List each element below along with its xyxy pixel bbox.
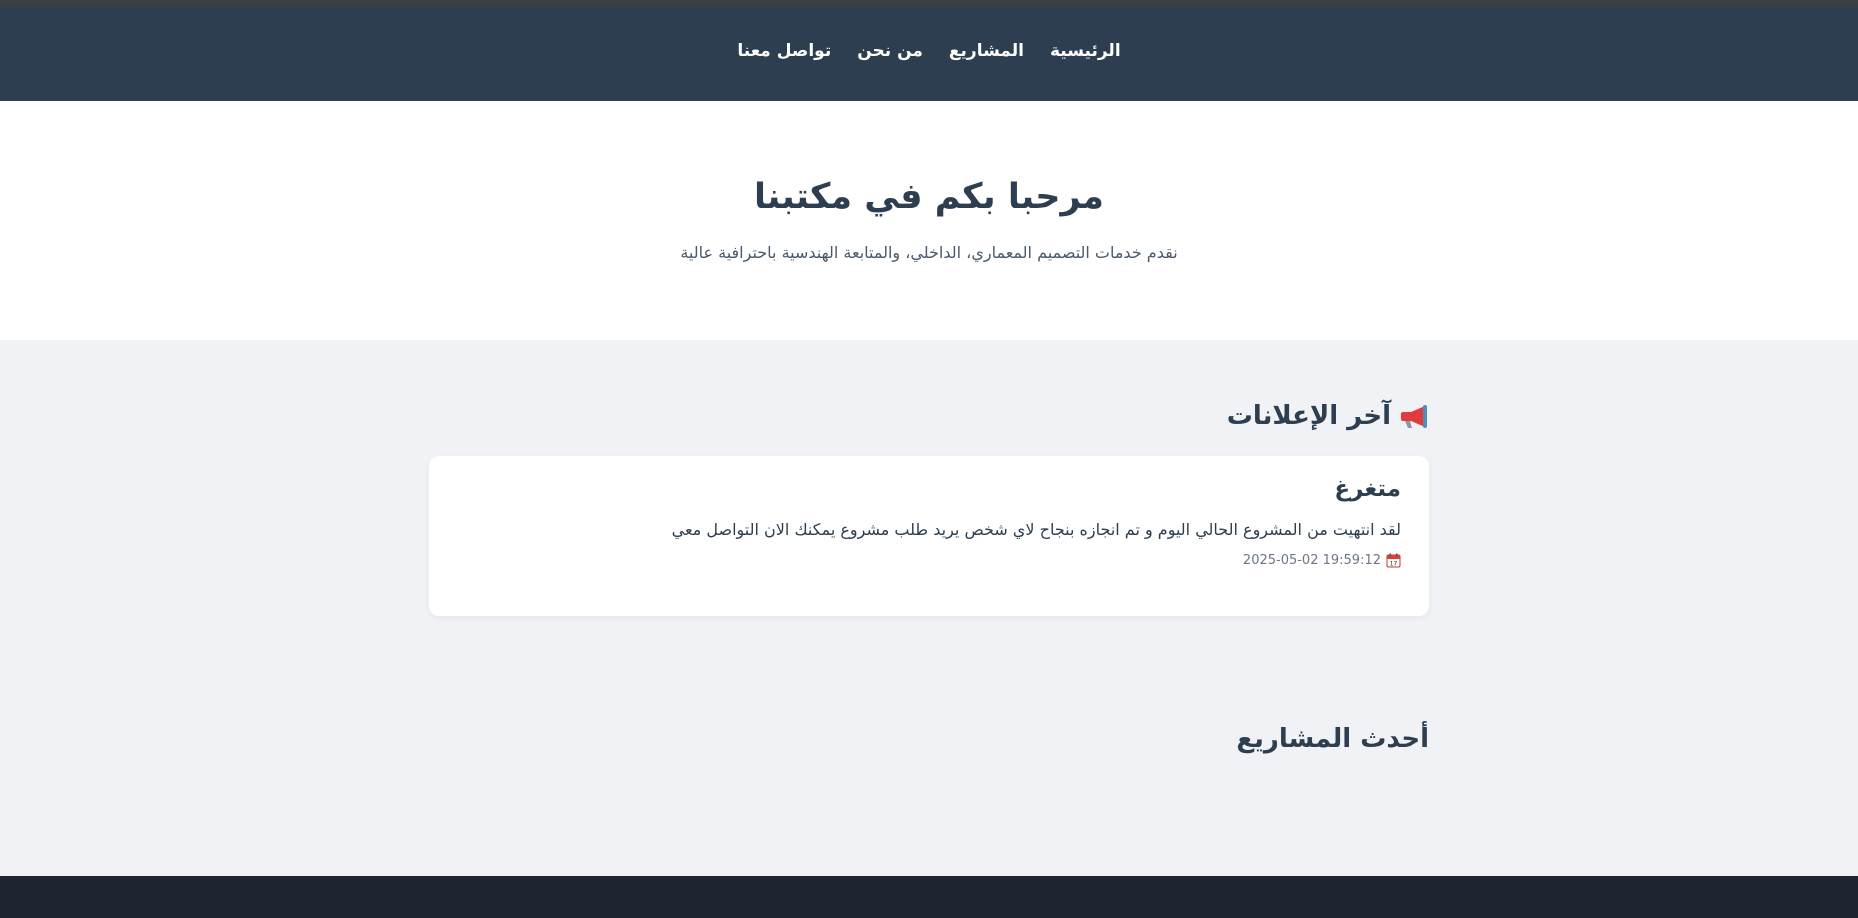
calendar-icon: 17 bbox=[1386, 553, 1401, 568]
nav-link-home[interactable]: الرئيسية bbox=[1050, 41, 1121, 61]
hero-title: مرحبا بكم في مكتبنا bbox=[754, 177, 1104, 217]
main-navbar: الرئيسية المشاريع من نحن تواصل معنا bbox=[0, 7, 1858, 101]
announcement-body: لقد انتهيت من المشروع الحالي اليوم و تم … bbox=[671, 520, 1401, 539]
nav-link-projects[interactable]: المشاريع bbox=[949, 41, 1024, 61]
nav-link-about[interactable]: من نحن bbox=[857, 41, 923, 61]
announcement-meta: 17 2025-05-02 19:59:12 bbox=[457, 553, 1401, 568]
announcement-title: متغرغ bbox=[1334, 476, 1401, 502]
main-content: آخر الإعلانات متغرغ لقد انتهيت من المشرو… bbox=[429, 340, 1429, 754]
announcement-date: 2025-05-02 19:59:12 bbox=[1242, 553, 1381, 568]
svg-text:17: 17 bbox=[1390, 561, 1398, 568]
nav-link-contact[interactable]: تواصل معنا bbox=[737, 41, 831, 61]
hero-subtitle: نقدم خدمات التصميم المعماري، الداخلي، وا… bbox=[680, 243, 1178, 262]
projects-heading: أحدث المشاريع bbox=[1236, 724, 1429, 754]
announcements-heading: آخر الإعلانات bbox=[429, 398, 1429, 434]
top-strip bbox=[0, 0, 1858, 7]
megaphone-icon bbox=[1399, 402, 1429, 430]
announcements-heading-text: آخر الإعلانات bbox=[1226, 401, 1391, 431]
announcement-card: متغرغ لقد انتهيت من المشروع الحالي اليوم… bbox=[429, 456, 1429, 616]
hero-section: مرحبا بكم في مكتبنا نقدم خدمات التصميم ا… bbox=[0, 101, 1858, 340]
page-footer bbox=[0, 876, 1858, 918]
